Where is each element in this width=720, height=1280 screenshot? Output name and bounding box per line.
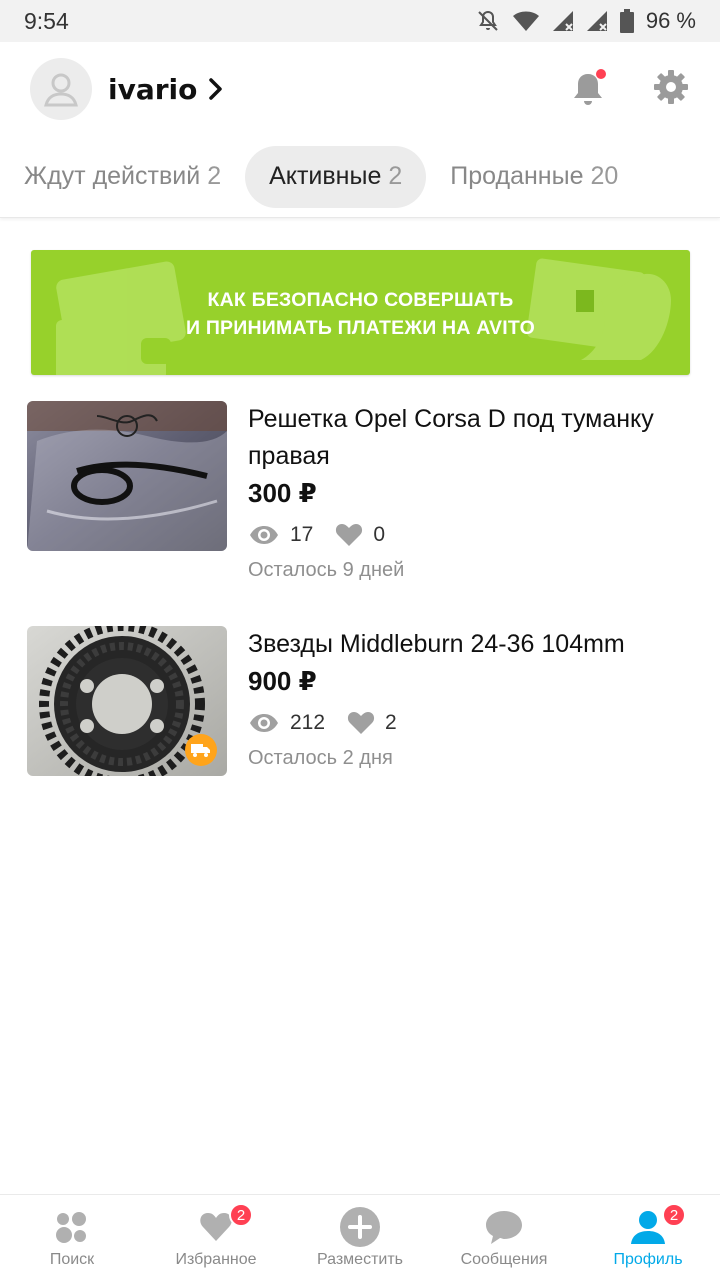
listing-title: Решетка Opel Corsa D под туманку правая <box>248 405 654 470</box>
truck-icon <box>191 744 210 757</box>
listing-stats: 212 2 <box>248 711 697 735</box>
avatar-placeholder-icon <box>44 73 78 107</box>
list-item[interactable]: Звезды Middleburn 24-36 104mm 900 ₽ 212 … <box>27 626 697 776</box>
views-count: 17 <box>290 523 314 546</box>
nav-label: Разместить <box>316 1251 404 1268</box>
views-count: 212 <box>290 711 326 734</box>
tab-label: Проданные <box>450 162 584 190</box>
eye-icon <box>250 714 278 732</box>
safe-payments-banner[interactable]: КАК БЕЗОПАСНО СОВЕРШАТЬ И ПРИНИМАТЬ ПЛАТ… <box>31 250 690 375</box>
time-remaining: Осталось 9 дней <box>248 559 405 581</box>
nav-item-post[interactable]: Разместить <box>288 1195 432 1280</box>
battery-level: 96 % <box>645 8 696 33</box>
tab-label: Ждут действий <box>24 162 201 190</box>
banner-line-2: И ПРИНИМАТЬ ПЛАТЕЖИ НА AVITO <box>185 317 536 339</box>
nav-label: Сообщения <box>460 1251 548 1268</box>
heart-icon <box>347 712 375 734</box>
heart-icon <box>200 1213 232 1241</box>
settings-button[interactable] <box>652 68 690 111</box>
favorites-count: 0 <box>373 523 386 546</box>
username[interactable]: ivario <box>108 73 197 106</box>
profile-badge: 2 <box>662 1203 686 1227</box>
tab-sold[interactable]: Проданные 20 <box>436 146 632 208</box>
chevron-right-icon[interactable] <box>207 77 223 101</box>
eye-icon <box>250 526 278 544</box>
status-icons: 96 % <box>476 8 696 34</box>
notifications-off-icon <box>478 10 498 31</box>
tab-count: 2 <box>388 162 403 190</box>
avatar[interactable] <box>30 58 92 120</box>
plus-circle-icon <box>340 1207 380 1247</box>
delivery-badge <box>185 734 217 766</box>
listing-price: 300 ₽ <box>248 478 317 508</box>
tab-active[interactable]: Активные 2 <box>245 145 427 208</box>
heart-icon <box>336 524 363 546</box>
profile-header: ivario <box>0 42 720 136</box>
listing-photo[interactable] <box>27 401 227 551</box>
listing-price: 900 ₽ <box>248 666 317 696</box>
battery-icon <box>619 9 634 33</box>
signal-icon <box>552 11 573 31</box>
listing-photo[interactable] <box>27 626 227 776</box>
tab-count: 2 <box>207 162 222 190</box>
profile-icon <box>631 1211 665 1244</box>
search-dots-icon <box>56 1212 86 1243</box>
nav-label: Профиль <box>613 1251 683 1268</box>
listing-tabs: Ждут действий 2 Активные 2 Проданные 20 <box>0 136 720 218</box>
list-item[interactable]: Решетка Opel Corsa D под туманку правая … <box>27 401 697 582</box>
time-remaining: Осталось 2 дня <box>248 747 393 769</box>
nav-item-profile[interactable]: 2 Профиль <box>576 1195 720 1280</box>
notification-dot <box>596 69 606 79</box>
nav-item-messages[interactable]: Сообщения <box>432 1195 576 1280</box>
listing-stats: 17 0 <box>248 523 697 547</box>
banner-line-1: КАК БЕЗОПАСНО СОВЕРШАТЬ <box>207 289 514 311</box>
notifications-button[interactable] <box>568 69 608 109</box>
favorites-badge: 2 <box>229 1203 253 1227</box>
tab-count: 20 <box>590 162 619 190</box>
banner-text: КАК БЕЗОПАСНО СОВЕРШАТЬ И ПРИНИМАТЬ ПЛАТ… <box>31 286 690 342</box>
tab-label: Активные <box>269 162 382 190</box>
listing-title: Звезды Middleburn 24-36 104mm <box>248 630 625 658</box>
gear-icon <box>654 69 688 104</box>
nav-label: Поиск <box>49 1251 95 1268</box>
signal-icon <box>586 11 607 31</box>
favorites-count: 2 <box>385 711 397 734</box>
status-bar: 9:54 96 % <box>0 0 720 42</box>
nav-item-favorites[interactable]: 2 Избранное <box>144 1195 288 1280</box>
bottom-navigation: Поиск 2 Избранное Разместить Сообщения 2… <box>0 1194 720 1280</box>
wifi-icon <box>512 11 539 31</box>
nav-label: Избранное <box>175 1251 257 1268</box>
nav-item-search[interactable]: Поиск <box>0 1195 144 1280</box>
chat-bubble-icon <box>486 1211 522 1244</box>
status-time: 9:54 <box>24 7 69 34</box>
tab-waiting-action[interactable]: Ждут действий 2 <box>10 146 235 208</box>
